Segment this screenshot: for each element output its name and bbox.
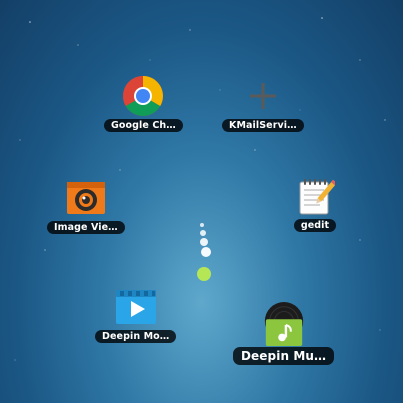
desktop-app-deepin-movie[interactable]: Deepin Mo… xyxy=(95,285,177,343)
app-label: Image Vie… xyxy=(47,221,125,234)
app-label: KMailServi… xyxy=(222,119,304,132)
app-label: gedit xyxy=(293,219,337,232)
desktop-app-image-viewer[interactable]: Image Vie… xyxy=(47,176,125,234)
app-label: Deepin Mo… xyxy=(95,330,177,343)
app-label: Deepin Mu… xyxy=(233,347,335,365)
desktop-app-chrome[interactable]: Google Ch… xyxy=(104,74,183,132)
plus-icon xyxy=(241,74,285,118)
desktop-app-deepin-music[interactable]: Deepin Mu… xyxy=(233,302,335,365)
music-player-icon xyxy=(262,302,306,346)
video-player-icon xyxy=(114,285,158,329)
chrome-icon xyxy=(121,74,165,118)
notepad-icon xyxy=(293,174,337,218)
image-viewer-icon xyxy=(64,176,108,220)
app-label: Google Ch… xyxy=(104,119,183,132)
desktop-app-kmail[interactable]: KMailServi… xyxy=(222,74,304,132)
desktop-app-gedit[interactable]: gedit xyxy=(293,174,337,232)
